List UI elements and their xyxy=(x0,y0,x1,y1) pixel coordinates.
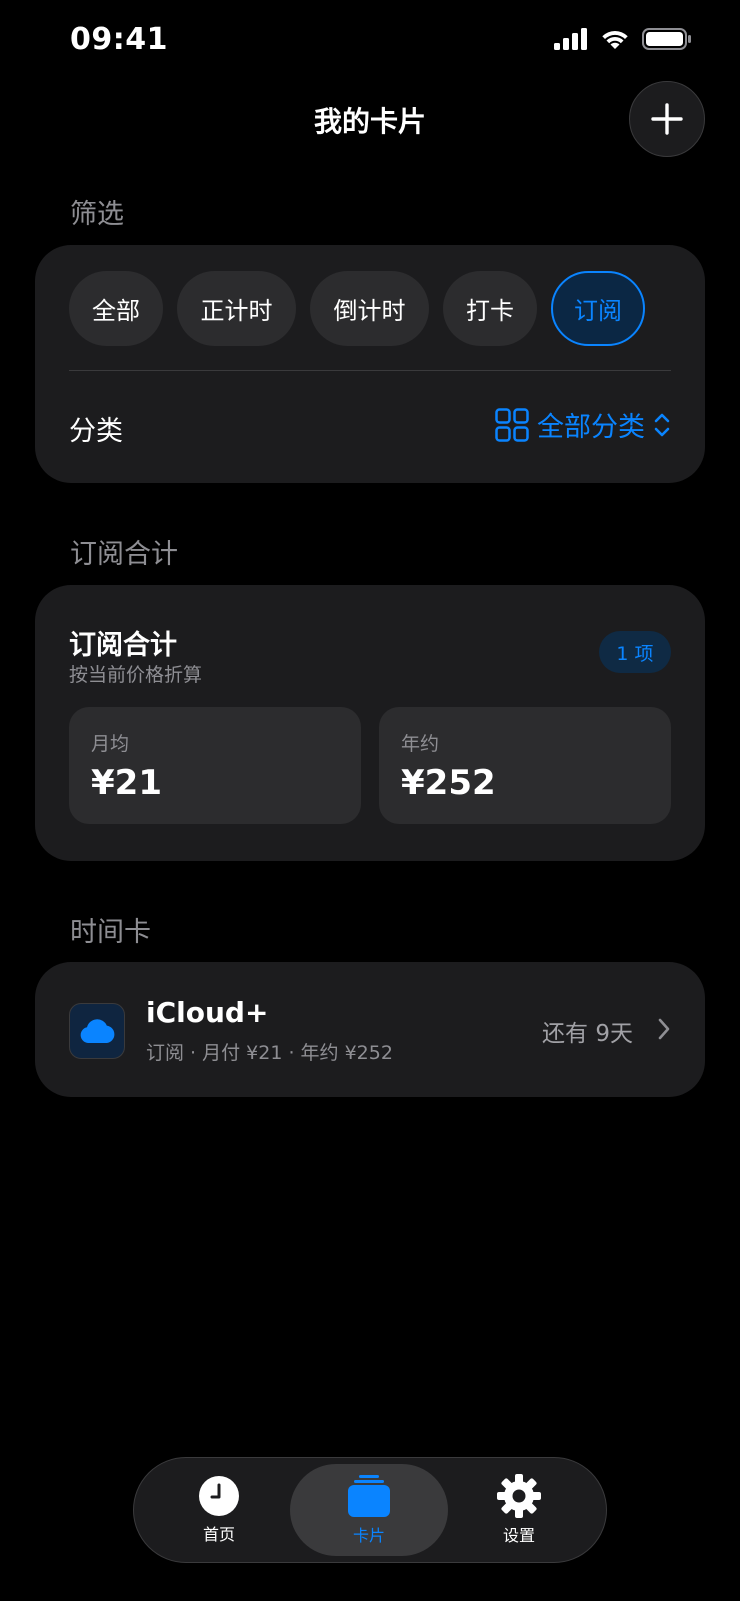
monthly-value: ¥21 xyxy=(91,763,162,803)
gear-icon xyxy=(497,1474,541,1518)
status-time: 09:41 xyxy=(70,22,168,57)
tab-cards-label: 卡片 xyxy=(352,1526,385,1545)
yearly-stat: 年约 ¥252 xyxy=(379,707,671,824)
subscription-section-label: 订阅合计 xyxy=(70,539,178,570)
time-card-remaining: 还有 9天 xyxy=(542,1021,633,1047)
tab-bar: 首页 卡片 设置 xyxy=(133,1457,607,1563)
filter-chip-count-up[interactable]: 正计时 xyxy=(177,271,296,346)
time-card-title: iCloud+ xyxy=(146,996,269,1029)
subscription-total-card: 订阅合计 按当前价格折算 1 项 月均 ¥21 年约 ¥252 xyxy=(35,585,705,861)
cloud-icon xyxy=(80,1019,115,1043)
status-bar: 09:41 xyxy=(0,0,740,86)
monthly-label: 月均 xyxy=(91,733,130,755)
category-label: 分类 xyxy=(69,416,123,447)
battery-icon xyxy=(642,28,691,50)
grid-icon xyxy=(495,407,529,442)
clock-icon xyxy=(199,1476,239,1516)
filter-chip-all[interactable]: 全部 xyxy=(69,271,163,346)
chevron-up-down-icon xyxy=(654,413,670,436)
cards-icon xyxy=(348,1475,390,1517)
cellular-signal-icon xyxy=(554,28,587,50)
yearly-value: ¥252 xyxy=(401,763,496,803)
tab-home[interactable]: 首页 xyxy=(140,1464,298,1556)
time-cards-section-label: 时间卡 xyxy=(70,917,151,948)
monthly-stat: 月均 ¥21 xyxy=(69,707,361,824)
tab-settings[interactable]: 设置 xyxy=(440,1464,598,1556)
count-badge: 1 项 xyxy=(599,631,671,673)
icloud-app-icon xyxy=(69,1003,125,1059)
tab-home-label: 首页 xyxy=(202,1525,235,1544)
tab-settings-label: 设置 xyxy=(502,1526,535,1545)
subscription-title: 订阅合计 xyxy=(69,630,177,661)
filter-divider xyxy=(69,370,671,371)
add-card-button[interactable] xyxy=(629,81,705,157)
category-select[interactable]: 全部分类 xyxy=(495,405,671,444)
filter-section-label: 筛选 xyxy=(70,199,124,230)
filter-chip-subscription[interactable]: 订阅 xyxy=(551,271,645,346)
tab-cards[interactable]: 卡片 xyxy=(290,1464,448,1556)
plus-icon xyxy=(651,103,683,135)
time-card-meta: 订阅 · 月付 ¥21 · 年约 ¥252 xyxy=(146,1042,393,1064)
category-value: 全部分类 xyxy=(537,412,645,443)
yearly-label: 年约 xyxy=(401,733,440,755)
subscription-subtitle: 按当前价格折算 xyxy=(69,664,203,686)
filter-chip-countdown[interactable]: 倒计时 xyxy=(310,271,429,346)
wifi-icon xyxy=(602,31,628,49)
chevron-right-icon xyxy=(658,1018,670,1040)
filter-card: 全部 正计时 倒计时 打卡 订阅 分类 全部分类 xyxy=(35,245,705,483)
filter-chips: 全部 正计时 倒计时 打卡 订阅 xyxy=(69,271,645,346)
status-icons xyxy=(554,28,692,50)
time-card-row[interactable]: iCloud+ 订阅 · 月付 ¥21 · 年约 ¥252 还有 9天 xyxy=(35,962,705,1097)
filter-chip-check-in[interactable]: 打卡 xyxy=(443,271,537,346)
